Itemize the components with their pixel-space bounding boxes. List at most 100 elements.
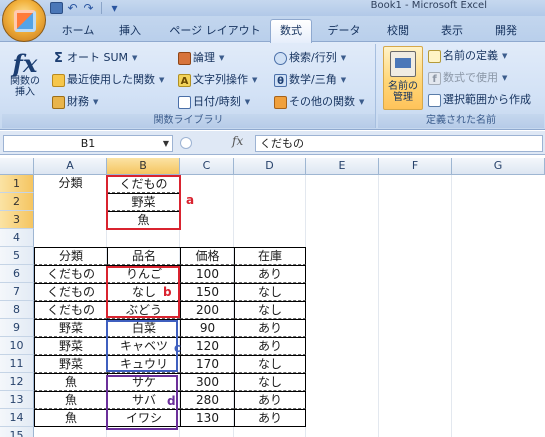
table-cell[interactable]: くだもの [34,265,107,283]
table-cell[interactable]: 120 [180,337,234,355]
row-header-1[interactable]: 1 [0,175,34,193]
table-cell[interactable]: りんご [107,265,180,283]
column-header-d[interactable]: D [234,158,306,175]
qat-customize-icon[interactable]: ▾ [108,2,121,14]
datetime-button[interactable]: 日付/時刻 ▼ [178,94,250,110]
table-cell[interactable]: イワシ [107,409,180,427]
table-header-2[interactable]: 品名 [107,247,180,265]
column-header-f[interactable]: F [379,158,452,175]
table-cell[interactable]: サケ [107,373,180,391]
logical-button[interactable]: 論理 ▼ [178,50,224,66]
lookup-button[interactable]: 検索/行列 ▼ [274,50,346,66]
formula-input[interactable]: くだもの [255,135,543,152]
table-header-3[interactable]: 価格 [180,247,234,265]
office-button[interactable] [2,0,46,42]
column-header-g[interactable]: G [452,158,545,175]
column-header-a[interactable]: A [34,158,107,175]
formula-bar-grip-icon[interactable] [180,137,192,149]
table-cell[interactable]: あり [234,265,306,283]
table-header-4[interactable]: 在庫 [234,247,306,265]
row-header-3[interactable]: 3 [0,211,34,229]
table-cell[interactable]: キュウリ [107,355,180,373]
undo-icon[interactable]: ↶ [66,2,79,14]
table-cell[interactable]: なし [234,373,306,391]
table-cell[interactable]: 150 [180,283,234,301]
table-cell[interactable]: 170 [180,355,234,373]
table-cell[interactable]: 野菜 [34,355,107,373]
cell-b2[interactable]: 野菜 [107,193,180,211]
column-header-b[interactable]: B [107,158,180,175]
tab-view[interactable]: 表示 [432,22,472,42]
group-function-library: fx 関数の 挿入 Σ オート SUM ▼ 最近使用した関数 ▼ 財務 ▼ 論理… [2,44,376,128]
row-header-4[interactable]: 4 [0,229,34,247]
table-cell[interactable]: 白菜 [107,319,180,337]
table-cell[interactable]: 100 [180,265,234,283]
redo-icon[interactable]: ↷ [82,2,95,14]
table-header-1[interactable]: 分類 [34,247,107,265]
row-header-8[interactable]: 8 [0,301,34,319]
column-header-c[interactable]: C [180,158,234,175]
table-cell[interactable]: キャベツ [107,337,180,355]
cell-b1[interactable]: くだもの [107,175,180,193]
table-cell[interactable]: 野菜 [34,319,107,337]
row-header-15[interactable]: 15 [0,427,34,437]
more-functions-button[interactable]: その他の関数 ▼ [274,94,364,110]
chevron-down-icon[interactable]: ▼ [163,136,169,151]
table-cell[interactable]: 280 [180,391,234,409]
tab-data[interactable]: データ [324,22,364,42]
row-header-10[interactable]: 10 [0,337,34,355]
financial-button[interactable]: 財務 ▼ [52,94,98,110]
save-icon[interactable] [50,2,63,14]
row-header-6[interactable]: 6 [0,265,34,283]
table-cell[interactable]: 130 [180,409,234,427]
row-header-12[interactable]: 12 [0,373,34,391]
name-manager-label-2: 管理 [393,92,413,103]
table-cell[interactable]: くだもの [34,283,107,301]
tab-formulas[interactable]: 数式 [270,19,312,43]
autosum-button[interactable]: Σ オート SUM ▼ [52,50,137,66]
define-name-button[interactable]: 名前の定義 ▼ [428,48,507,64]
tab-review[interactable]: 校閲 [380,22,416,42]
table-cell[interactable]: あり [234,319,306,337]
row-header-9[interactable]: 9 [0,319,34,337]
table-cell[interactable]: ぶどう [107,301,180,319]
select-all-corner[interactable] [0,158,34,175]
table-cell[interactable]: 魚 [34,391,107,409]
name-box[interactable]: B1 ▼ [3,135,173,152]
tab-home[interactable]: ホーム [56,22,100,42]
table-cell[interactable]: 魚 [34,373,107,391]
row-header-5[interactable]: 5 [0,247,34,265]
row-header-14[interactable]: 14 [0,409,34,427]
create-from-selection-button[interactable]: 選択範囲から作成 [428,92,531,108]
tab-developer[interactable]: 開発 [486,22,526,42]
table-cell[interactable]: 魚 [34,409,107,427]
table-cell[interactable]: くだもの [34,301,107,319]
cell-b3[interactable]: 魚 [107,211,180,229]
table-cell[interactable]: あり [234,391,306,409]
tab-insert[interactable]: 挿入 [112,22,148,42]
row-header-2[interactable]: 2 [0,193,34,211]
row-header-11[interactable]: 11 [0,355,34,373]
tab-page-layout[interactable]: ページ レイアウト [160,22,270,42]
use-in-formula-button[interactable]: f 数式で使用 ▼ [428,70,507,86]
math-button[interactable]: θ 数学/三角 ▼ [274,72,346,88]
table-cell[interactable]: なし [234,301,306,319]
insert-function-label-2: 挿入 [15,87,35,98]
row-header-13[interactable]: 13 [0,391,34,409]
table-cell[interactable]: 200 [180,301,234,319]
cell-a1[interactable]: 分類 [34,175,107,193]
name-manager-button[interactable]: 名前の 管理 [383,46,423,110]
column-header-e[interactable]: E [306,158,379,175]
table-cell[interactable]: あり [234,409,306,427]
insert-function-fx-icon[interactable]: fx [232,134,243,148]
table-cell[interactable]: 野菜 [34,337,107,355]
insert-function-button[interactable]: fx 関数の 挿入 [6,52,44,99]
table-cell[interactable]: 90 [180,319,234,337]
table-cell[interactable]: あり [234,337,306,355]
recently-used-button[interactable]: 最近使用した関数 ▼ [52,72,164,88]
row-header-7[interactable]: 7 [0,283,34,301]
table-cell[interactable]: 300 [180,373,234,391]
table-cell[interactable]: なし [234,355,306,373]
text-button[interactable]: A 文字列操作 ▼ [178,72,257,88]
table-cell[interactable]: なし [234,283,306,301]
